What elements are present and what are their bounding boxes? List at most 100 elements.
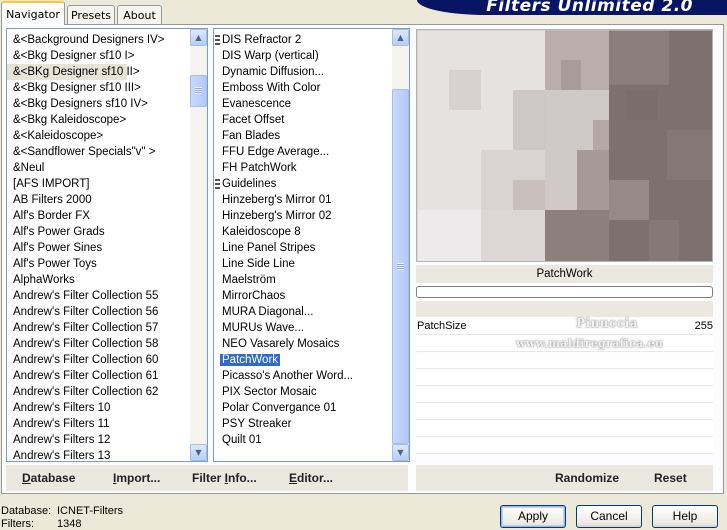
filter-list-item-label: Dynamic Diffusion...	[222, 66, 325, 78]
tab-about-label: About	[123, 8, 156, 22]
filter-list-item-label: PIX Sector Mosaic	[222, 386, 317, 398]
filter-scroll-down-button[interactable]: ▼	[392, 444, 409, 461]
database-info-label: Database:	[1, 505, 52, 517]
filter-list-item[interactable]: Polar Convergance 01	[214, 400, 393, 416]
filter-list-item-label: Guidelines	[222, 178, 277, 190]
banner-title: Filters Unlimited 2.0	[486, 0, 693, 15]
filter-list[interactable]: DIS Refractor 2 DIS Warp (vertical) Dynami…	[213, 28, 410, 462]
filter-list-item[interactable]: Emboss With Color	[214, 80, 393, 96]
filter-list-item[interactable]: Evanescence	[214, 96, 393, 112]
category-list[interactable]: &<Background Designers IV> &<Bkg Designer…	[6, 28, 208, 462]
category-list-item[interactable]: Andrew's Filter Collection 61	[7, 368, 191, 384]
param-row-empty	[416, 421, 713, 437]
filter-list-item[interactable]: Quilt 01	[214, 432, 393, 448]
category-scrollbar[interactable]: ▲ ▼	[190, 29, 207, 461]
filter-list-item[interactable]: PSY Streaker	[214, 416, 393, 432]
tab-navigator[interactable]: Navigator	[1, 1, 65, 25]
param-row-empty	[416, 336, 713, 352]
category-list-item[interactable]: Andrew's Filter Collection 58	[7, 336, 191, 352]
category-list-item[interactable]: Alf's Power Toys	[7, 256, 191, 272]
help-button[interactable]: Help	[652, 505, 718, 528]
filter-info-button[interactable]: Filter Info...	[192, 469, 257, 487]
category-list-item[interactable]: Alf's Power Grads	[7, 224, 191, 240]
filter-list-item-label: Quilt 01	[222, 434, 262, 446]
filter-list-item-label: Line Side Line	[222, 258, 295, 270]
filter-list-item-label: Evanescence	[222, 98, 292, 110]
filter-list-item[interactable]: MirrorChaos	[214, 288, 393, 304]
param-row-patchsize[interactable]: PatchSize 255	[416, 319, 713, 335]
cancel-button[interactable]: Cancel	[576, 505, 642, 528]
progress-separator	[416, 301, 713, 317]
filter-list-item[interactable]: FFU Edge Average...	[214, 144, 393, 160]
filter-list-item[interactable]: Dynamic Diffusion...	[214, 64, 393, 80]
category-list-item[interactable]: [AFS IMPORT]	[7, 176, 191, 192]
filter-list-item-label: Fan Blades	[222, 130, 281, 142]
category-list-item[interactable]: Andrew's Filter Collection 57	[7, 320, 191, 336]
database-button[interactable]: Database	[22, 469, 75, 487]
filter-list-item-label: MURUs Wave...	[222, 322, 304, 334]
category-list-item[interactable]: &<BKg Designer sf10 II>	[7, 64, 140, 80]
category-list-item[interactable]: &<Bkg Designer sf10 I>	[7, 48, 191, 64]
param-value: 255	[694, 320, 713, 332]
category-list-item[interactable]: Andrew's Filter Collection 60	[7, 352, 191, 368]
tab-presets[interactable]: Presets	[67, 5, 115, 24]
filter-scroll-up-button[interactable]: ▲	[392, 29, 409, 46]
apply-button[interactable]: Apply	[500, 505, 566, 528]
filter-list-item-label: Hinzeberg's Mirror 02	[222, 210, 332, 222]
category-list-item[interactable]: &Neul	[7, 160, 191, 176]
filter-list-item-label: DIS Warp (vertical)	[222, 50, 319, 62]
filter-list-item[interactable]: Guidelines	[214, 176, 393, 192]
filter-list-item[interactable]: Fan Blades	[214, 128, 393, 144]
filter-list-item[interactable]: FH PatchWork	[214, 160, 393, 176]
filter-list-item-label: Line Panel Stripes	[222, 242, 316, 254]
list-toolbar: Database Import... Filter Info... Editor…	[6, 465, 408, 491]
filter-list-item[interactable]: Hinzeberg's Mirror 02	[214, 208, 393, 224]
filter-list-item[interactable]: Picasso's Another Word...	[214, 368, 393, 384]
filter-list-item[interactable]: MURA Diagonal...	[214, 304, 393, 320]
category-scroll-down-button[interactable]: ▼	[190, 444, 207, 461]
category-list-item[interactable]: Andrew's Filters 13	[7, 448, 191, 461]
filter-list-item[interactable]: PatchWork	[214, 352, 393, 368]
filter-list-item[interactable]: Line Panel Stripes	[214, 240, 393, 256]
category-list-item[interactable]: &<Bkg Kaleidoscope>	[7, 112, 191, 128]
category-list-item[interactable]: AB Filters 2000	[7, 192, 191, 208]
filter-scrollbar[interactable]: ▲ ▼	[392, 29, 409, 461]
import-button[interactable]: Import...	[113, 469, 160, 487]
filters-count-info: Filters: 1348	[1, 518, 81, 530]
filter-list-item[interactable]: Line Side Line	[214, 256, 393, 272]
filter-scroll-thumb[interactable]	[392, 89, 409, 444]
category-list-item[interactable]: &<Sandflower Specials"v" >	[7, 144, 191, 160]
category-list-item[interactable]: Alf's Border FX	[7, 208, 191, 224]
filter-list-item[interactable]: Facet Offset	[214, 112, 393, 128]
filter-list-item[interactable]: Maelström	[214, 272, 393, 288]
tab-about[interactable]: About	[117, 5, 162, 24]
filter-list-item[interactable]: DIS Refractor 2	[214, 32, 393, 48]
filter-list-item[interactable]: PIX Sector Mosaic	[214, 384, 393, 400]
category-scroll-thumb[interactable]	[190, 75, 207, 107]
filter-list-item[interactable]: Kaleidoscope 8	[214, 224, 393, 240]
param-row-empty	[416, 404, 713, 420]
category-list-item[interactable]: Andrew's Filters 11	[7, 416, 191, 432]
reset-button[interactable]: Reset	[654, 469, 687, 487]
filter-list-item[interactable]: MURUs Wave...	[214, 320, 393, 336]
category-list-item[interactable]: &<Background Designers IV>	[7, 32, 191, 48]
category-list-item[interactable]: Andrew's Filters 12	[7, 432, 191, 448]
category-scroll-up-button[interactable]: ▲	[190, 29, 207, 46]
filter-list-item[interactable]: Hinzeberg's Mirror 01	[214, 192, 393, 208]
editor-button[interactable]: Editor...	[289, 469, 333, 487]
group-marker-icon	[215, 35, 220, 45]
category-list-item[interactable]: Andrew's Filter Collection 62	[7, 384, 191, 400]
category-list-item[interactable]: &<Bkg Designer sf10 III>	[7, 80, 191, 96]
category-list-item[interactable]: AlphaWorks	[7, 272, 191, 288]
filter-list-item[interactable]: DIS Warp (vertical)	[214, 48, 393, 64]
randomize-button[interactable]: Randomize	[555, 469, 619, 487]
category-list-item[interactable]: Alf's Power Sines	[7, 240, 191, 256]
filter-list-item[interactable]: NEO Vasarely Mosaics	[214, 336, 393, 352]
category-list-item[interactable]: &<Kaleidoscope>	[7, 128, 191, 144]
category-list-item[interactable]: Andrew's Filter Collection 56	[7, 304, 191, 320]
category-list-item[interactable]: Andrew's Filters 10	[7, 400, 191, 416]
category-list-item[interactable]: &<Bkg Designers sf10 IV>	[7, 96, 191, 112]
param-row-empty	[416, 353, 713, 369]
category-list-item[interactable]: Andrew's Filter Collection 55	[7, 288, 191, 304]
filter-list-item-label: FFU Edge Average...	[222, 146, 330, 158]
